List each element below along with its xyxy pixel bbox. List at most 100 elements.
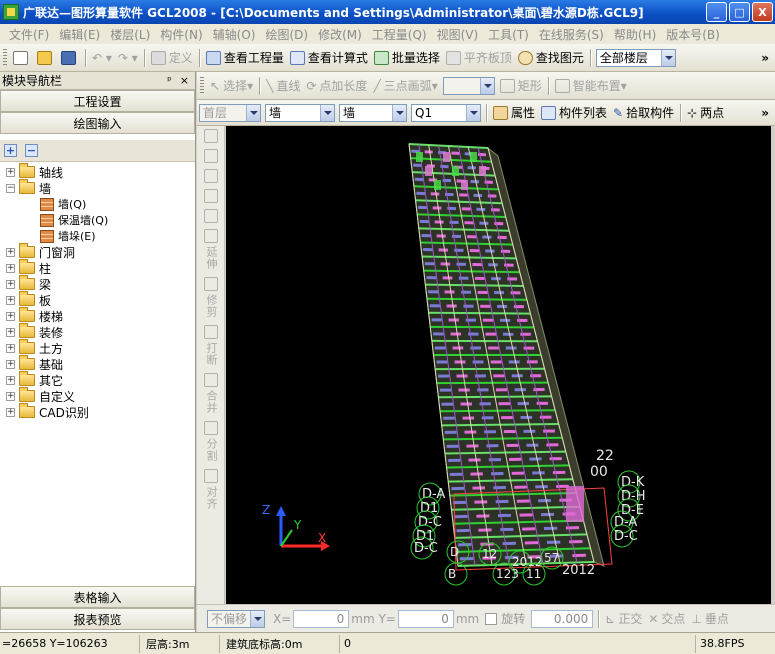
- drawing-input-button[interactable]: 绘图输入: [0, 112, 195, 134]
- collapse-icon[interactable]: −: [6, 183, 15, 193]
- tree-item-wall[interactable]: − 墙: [0, 179, 195, 196]
- tree-item-other[interactable]: + 其它: [0, 371, 195, 388]
- report-preview-button[interactable]: 报表预览: [0, 608, 195, 630]
- delete-tool[interactable]: [197, 126, 225, 146]
- menu-modify[interactable]: 修改(M): [313, 26, 367, 43]
- arc-mode-select[interactable]: [442, 76, 495, 95]
- line-button[interactable]: ╲ 直线: [263, 76, 303, 96]
- chevron-down-icon[interactable]: [320, 104, 334, 121]
- expand-icon[interactable]: +: [6, 343, 15, 353]
- point-length-button[interactable]: ⟳ 点加长度: [303, 76, 370, 96]
- extend-tool[interactable]: 延伸: [197, 226, 225, 274]
- three-point-arc-button[interactable]: ╱ 三点画弧 ▾: [370, 76, 440, 96]
- chevron-down-icon[interactable]: [392, 104, 406, 121]
- define-button[interactable]: 定义: [148, 48, 196, 68]
- view-quantity-button[interactable]: 查看工程量: [203, 48, 287, 68]
- floor-combo[interactable]: 首层: [199, 103, 261, 122]
- tree-item-earthwork[interactable]: + 土方: [0, 339, 195, 356]
- open-file-button[interactable]: [34, 48, 58, 68]
- element-list-button[interactable]: 构件列表: [538, 103, 610, 123]
- offset-mode-select[interactable]: 不偏移: [207, 609, 265, 628]
- view-formula-button[interactable]: 查看计算式: [287, 48, 371, 68]
- menu-version[interactable]: 版本号(B): [661, 26, 725, 43]
- expand-icon[interactable]: +: [6, 407, 15, 417]
- menu-tools[interactable]: 工具(T): [483, 26, 534, 43]
- tree-item-wall-q[interactable]: 墙(Q): [0, 196, 195, 212]
- chevron-down-icon[interactable]: [660, 49, 675, 66]
- tree-item-column[interactable]: + 柱: [0, 259, 195, 276]
- perpendicular-button[interactable]: ⊥ 垂点: [688, 609, 731, 629]
- tree-item-decoration[interactable]: + 装修: [0, 323, 195, 340]
- toolbar-overflow-icon[interactable]: »: [761, 106, 769, 120]
- tree-item-stairs[interactable]: + 楼梯: [0, 307, 195, 324]
- mirror-tool[interactable]: [197, 166, 225, 186]
- expand-icon[interactable]: +: [6, 391, 15, 401]
- tree-item-insulation-wall[interactable]: 保温墙(Q): [0, 212, 195, 228]
- project-settings-button[interactable]: 工程设置: [0, 90, 195, 112]
- tree-item-slab[interactable]: + 板: [0, 291, 195, 308]
- chevron-down-icon[interactable]: [250, 610, 264, 627]
- expand-icon[interactable]: +: [6, 167, 15, 177]
- drawing-canvas[interactable]: D-K D-H D-E D-A D-C 22 00 D-A D1 D-C D1 D-C D 12 2012 5…: [226, 126, 771, 604]
- minimize-button[interactable]: _: [706, 2, 727, 22]
- close-button[interactable]: X: [752, 2, 773, 22]
- rotate-checkbox[interactable]: [485, 612, 498, 625]
- tree-item-foundation[interactable]: + 基础: [0, 355, 195, 372]
- expand-icon[interactable]: +: [6, 295, 15, 305]
- trim-tool[interactable]: 修剪: [197, 274, 225, 322]
- y-input[interactable]: 0: [397, 609, 454, 628]
- panel-close-icon[interactable]: ×: [180, 74, 189, 87]
- expand-icon[interactable]: +: [6, 279, 15, 289]
- pick-element-button[interactable]: ✎ 拾取构件: [610, 103, 677, 123]
- select-button[interactable]: ↖ 选择 ▾: [207, 76, 256, 96]
- type-combo[interactable]: 墙: [339, 103, 407, 122]
- expand-icon[interactable]: +: [6, 375, 15, 385]
- properties-button[interactable]: 属性: [490, 103, 538, 123]
- expand-icon[interactable]: +: [6, 247, 15, 257]
- split-tool[interactable]: 分割: [197, 418, 225, 466]
- break-tool[interactable]: 打断: [197, 322, 225, 370]
- chevron-down-icon[interactable]: [246, 104, 260, 121]
- maximize-button[interactable]: □: [729, 2, 750, 22]
- menu-edit[interactable]: 编辑(E): [54, 26, 105, 43]
- align-tool[interactable]: 对齐: [197, 466, 225, 514]
- element-combo[interactable]: Q1: [411, 103, 481, 122]
- tree-item-openings[interactable]: + 门窗洞: [0, 243, 195, 260]
- menu-floor[interactable]: 楼层(L): [105, 26, 155, 43]
- undo-button[interactable]: ↶ ▾: [89, 48, 115, 68]
- smart-layout-button[interactable]: 智能布置 ▾: [552, 76, 630, 96]
- orthogonal-button[interactable]: ⊾ 正交: [602, 609, 645, 629]
- tree-item-beam[interactable]: + 梁: [0, 275, 195, 292]
- expand-all-icon[interactable]: +: [4, 144, 17, 157]
- menu-view[interactable]: 视图(V): [432, 26, 484, 43]
- menu-online-service[interactable]: 在线服务(S): [534, 26, 609, 43]
- expand-icon[interactable]: +: [6, 327, 15, 337]
- pin-icon[interactable]: ᵖ: [167, 74, 172, 87]
- merge-tool[interactable]: 合并: [197, 370, 225, 418]
- align-top-button[interactable]: 平齐板顶: [443, 48, 515, 68]
- expand-icon[interactable]: +: [6, 359, 15, 369]
- menu-element[interactable]: 构件(N): [155, 26, 207, 43]
- chevron-down-icon[interactable]: [466, 104, 480, 121]
- rectangle-button[interactable]: 矩形: [497, 76, 545, 96]
- rotate-input[interactable]: 0.000: [531, 609, 594, 628]
- save-button[interactable]: [58, 48, 82, 68]
- tree-item-wall-pier[interactable]: 墙垛(E): [0, 228, 195, 244]
- intersection-button[interactable]: ✕ 交点: [645, 609, 688, 629]
- redo-button[interactable]: ↷ ▾: [115, 48, 141, 68]
- menu-file[interactable]: 文件(F): [4, 26, 54, 43]
- building-3d-view[interactable]: D-KD-HD-ED-AD-C2200D-AD1D-CD1D-C D 122012 5…: [226, 126, 771, 604]
- toolbar-overflow-icon[interactable]: »: [761, 51, 769, 65]
- floor-select[interactable]: 全部楼层: [595, 48, 676, 67]
- x-input[interactable]: 0: [293, 609, 350, 628]
- menu-quantity[interactable]: 工程量(Q): [367, 26, 432, 43]
- new-file-button[interactable]: [10, 48, 34, 68]
- find-element-button[interactable]: 查找图元: [515, 48, 587, 68]
- category-combo[interactable]: 墙: [265, 103, 335, 122]
- expand-icon[interactable]: +: [6, 311, 15, 321]
- chevron-down-icon[interactable]: [479, 77, 494, 94]
- menu-help[interactable]: 帮助(H): [609, 26, 661, 43]
- menu-aux-axis[interactable]: 辅轴(O): [208, 26, 261, 43]
- table-input-button[interactable]: 表格输入: [0, 586, 195, 608]
- batch-select-button[interactable]: 批量选择: [371, 48, 443, 68]
